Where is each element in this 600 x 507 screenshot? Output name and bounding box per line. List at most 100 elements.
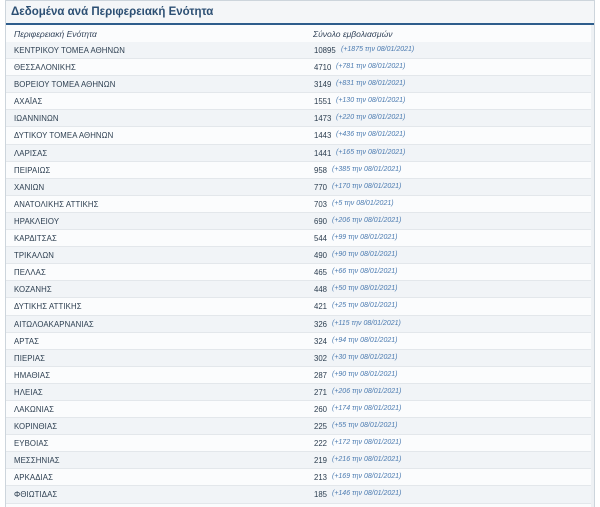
vaccination-total: 326 (314, 319, 328, 329)
region-name: ΕΥΒΟΙΑΣ (14, 439, 49, 449)
daily-change: (+1875 την 08/01/2021) (341, 46, 415, 53)
table-row: ΦΘΙΩΤΙΔΑΣ 185 (+146 την 08/01/2021) (6, 486, 594, 504)
daily-change: (+436 την 08/01/2021) (336, 131, 406, 139)
daily-change: (+174 την 08/01/2021) (332, 404, 402, 412)
daily-change: (+55 την 08/01/2021) (332, 422, 398, 430)
region-name: ΑΧΑΪΑΣ (14, 97, 43, 107)
table-row: ΑΡΤΑΣ 324 (+94 την 08/01/2021) (6, 332, 594, 350)
daily-change: (+206 την 08/01/2021) (332, 387, 402, 395)
table-row: ΑΝΑΤΟΛΙΚΗΣ ΑΤΤΙΚΗΣ 703 (+5 την 08/01/2021) (6, 195, 594, 213)
vaccination-total: 1551 (314, 97, 332, 107)
vaccination-total: 225 (314, 422, 328, 432)
vaccination-total: 1473 (314, 114, 332, 124)
scrollbar-track[interactable] (591, 25, 594, 507)
vaccination-total: 271 (314, 387, 328, 397)
region-name: ΧΑΝΙΩΝ (14, 182, 45, 192)
region-name: ΑΡΚΑΔΙΑΣ (14, 473, 53, 483)
daily-change: (+206 την 08/01/2021) (332, 216, 402, 224)
region-name: ΛΑΡΙΣΑΣ (14, 148, 48, 158)
vaccination-total: 302 (314, 353, 328, 363)
vaccination-total: 219 (314, 456, 328, 466)
vaccination-total: 3149 (314, 80, 332, 90)
panel-title: Δεδομένα ανά Περιφερειακή Ενότητα (6, 1, 594, 25)
region-name: ΚΕΝΤΡΙΚΟΥ ΤΟΜΕΑ ΑΘΗΝΩΝ (14, 46, 125, 55)
table-row: ΚΑΡΔΙΤΣΑΣ 544 (+99 την 08/01/2021) (6, 230, 594, 248)
daily-change: (+781 την 08/01/2021) (336, 63, 406, 71)
table-row: ΛΑΡΙΣΑΣ 1441 (+165 την 08/01/2021) (6, 144, 594, 162)
table-row: ΧΑΝΙΩΝ 770 (+170 την 08/01/2021) (6, 178, 594, 196)
vaccination-total: 448 (314, 285, 328, 295)
data-table-body: ΚΕΝΤΡΙΚΟΥ ΤΟΜΕΑ ΑΘΗΝΩΝ 10895 (+1875 την 08… (6, 42, 594, 504)
vaccination-total: 770 (314, 182, 328, 192)
vaccination-total: 324 (314, 336, 328, 346)
daily-change: (+90 την 08/01/2021) (332, 370, 398, 378)
daily-change: (+146 την 08/01/2021) (332, 490, 402, 498)
region-name: ΚΟΡΙΝΘΙΑΣ (14, 422, 58, 432)
table-row: ΘΕΣΣΑΛΟΝΙΚΗΣ 4710 (+781 την 08/01/2021) (6, 59, 594, 77)
region-name: ΙΩΑΝΝΙΝΩΝ (14, 114, 59, 124)
vaccination-total: 1441 (314, 148, 332, 158)
vaccination-total: 260 (314, 404, 328, 414)
daily-change: (+5 την 08/01/2021) (332, 199, 394, 207)
table-row: ΒΟΡΕΙΟΥ ΤΟΜΕΑ ΑΘΗΝΩΝ 3149 (+831 την 08/01/… (6, 76, 594, 94)
region-name: ΠΕΙΡΑΙΩΣ (14, 165, 51, 175)
region-column-header: Περιφερειακή Ενότητα (14, 29, 97, 39)
vaccination-total: 958 (314, 165, 328, 175)
daily-change: (+831 την 08/01/2021) (336, 80, 406, 88)
vaccination-total: 690 (314, 216, 328, 226)
region-name: ΚΑΡΔΙΤΣΑΣ (14, 234, 57, 244)
daily-change: (+25 την 08/01/2021) (332, 302, 398, 310)
table-row: ΔΥΤΙΚΗΣ ΑΤΤΙΚΗΣ 421 (+25 την 08/01/2021) (6, 298, 594, 316)
vaccination-total: 1443 (314, 131, 332, 141)
region-name: ΚΟΖΑΝΗΣ (14, 285, 52, 295)
table-row: ΗΜΑΘΙΑΣ 287 (+90 την 08/01/2021) (6, 366, 594, 384)
vaccination-total: 222 (314, 439, 328, 449)
region-name: ΗΡΑΚΛΕΙΟΥ (14, 216, 60, 226)
vaccination-total: 10895 (314, 46, 336, 55)
region-name: ΑΝΑΤΟΛΙΚΗΣ ΑΤΤΙΚΗΣ (14, 199, 99, 209)
region-name: ΦΘΙΩΤΙΔΑΣ (14, 490, 58, 500)
table-row: ΑΙΤΩΛΟΑΚΑΡΝΑΝΙΑΣ 326 (+115 την 08/01/2021) (6, 315, 594, 333)
vaccination-total: 185 (314, 490, 328, 500)
table-row: ΠΙΕΡΙΑΣ 302 (+30 την 08/01/2021) (6, 349, 594, 367)
region-name: ΗΛΕΙΑΣ (14, 387, 43, 397)
vaccination-total: 287 (314, 370, 328, 380)
region-name: ΛΑΚΩΝΙΑΣ (14, 404, 55, 414)
table-row: ΤΡΙΚΑΛΩΝ 490 (+90 την 08/01/2021) (6, 247, 594, 265)
table-row: ΠΕΛΛΑΣ 465 (+66 την 08/01/2021) (6, 264, 594, 282)
region-name: ΔΥΤΙΚΗΣ ΑΤΤΙΚΗΣ (14, 302, 82, 312)
table-row: ΚΕΝΤΡΙΚΟΥ ΤΟΜΕΑ ΑΘΗΝΩΝ 10895 (+1875 την 08… (6, 42, 594, 60)
daily-change: (+216 την 08/01/2021) (332, 456, 402, 464)
region-name: ΠΕΛΛΑΣ (14, 268, 46, 278)
vaccination-data-panel: Δεδομένα ανά Περιφερειακή Ενότητα Περιφε… (5, 0, 595, 507)
region-name: ΒΟΡΕΙΟΥ ΤΟΜΕΑ ΑΘΗΝΩΝ (14, 80, 116, 90)
daily-change: (+385 την 08/01/2021) (332, 165, 402, 173)
table-row: ΔΥΤΙΚΟΥ ΤΟΜΕΑ ΑΘΗΝΩΝ 1443 (+436 την 08/01/… (6, 127, 594, 145)
total-column-header: Σύνολο εμβολιασμών (313, 29, 393, 39)
daily-change: (+220 την 08/01/2021) (336, 114, 406, 122)
daily-change: (+99 την 08/01/2021) (332, 234, 398, 242)
daily-change: (+165 την 08/01/2021) (336, 148, 406, 156)
daily-change: (+90 την 08/01/2021) (332, 251, 398, 259)
table-row: ΚΟΡΙΝΘΙΑΣ 225 (+55 την 08/01/2021) (6, 418, 594, 436)
table-row: ΚΟΖΑΝΗΣ 448 (+50 την 08/01/2021) (6, 281, 594, 299)
daily-change: (+50 την 08/01/2021) (332, 285, 398, 293)
region-name: ΘΕΣΣΑΛΟΝΙΚΗΣ (14, 63, 76, 73)
daily-change: (+130 την 08/01/2021) (336, 97, 406, 105)
daily-change: (+30 την 08/01/2021) (332, 353, 398, 361)
region-name: ΜΕΣΣΗΝΙΑΣ (14, 456, 60, 466)
table-header: Περιφερειακή Ενότητα Σύνολο εμβολιασμών (6, 25, 594, 42)
daily-change: (+172 την 08/01/2021) (332, 439, 402, 447)
daily-change: (+66 την 08/01/2021) (332, 268, 398, 276)
daily-change: (+169 την 08/01/2021) (332, 473, 402, 481)
region-name: ΠΙΕΡΙΑΣ (14, 353, 46, 363)
vaccination-total: 421 (314, 302, 328, 312)
region-name: ΑΙΤΩΛΟΑΚΑΡΝΑΝΙΑΣ (14, 319, 94, 329)
table-row: ΗΛΕΙΑΣ 271 (+206 την 08/01/2021) (6, 383, 594, 401)
vaccination-total: 703 (314, 199, 328, 209)
vaccination-total: 490 (314, 251, 328, 261)
table-row: ΠΕΙΡΑΙΩΣ 958 (+385 την 08/01/2021) (6, 161, 594, 179)
vaccination-total: 465 (314, 268, 328, 278)
daily-change: (+94 την 08/01/2021) (332, 336, 398, 344)
table-row: ΙΩΑΝΝΙΝΩΝ 1473 (+220 την 08/01/2021) (6, 110, 594, 128)
